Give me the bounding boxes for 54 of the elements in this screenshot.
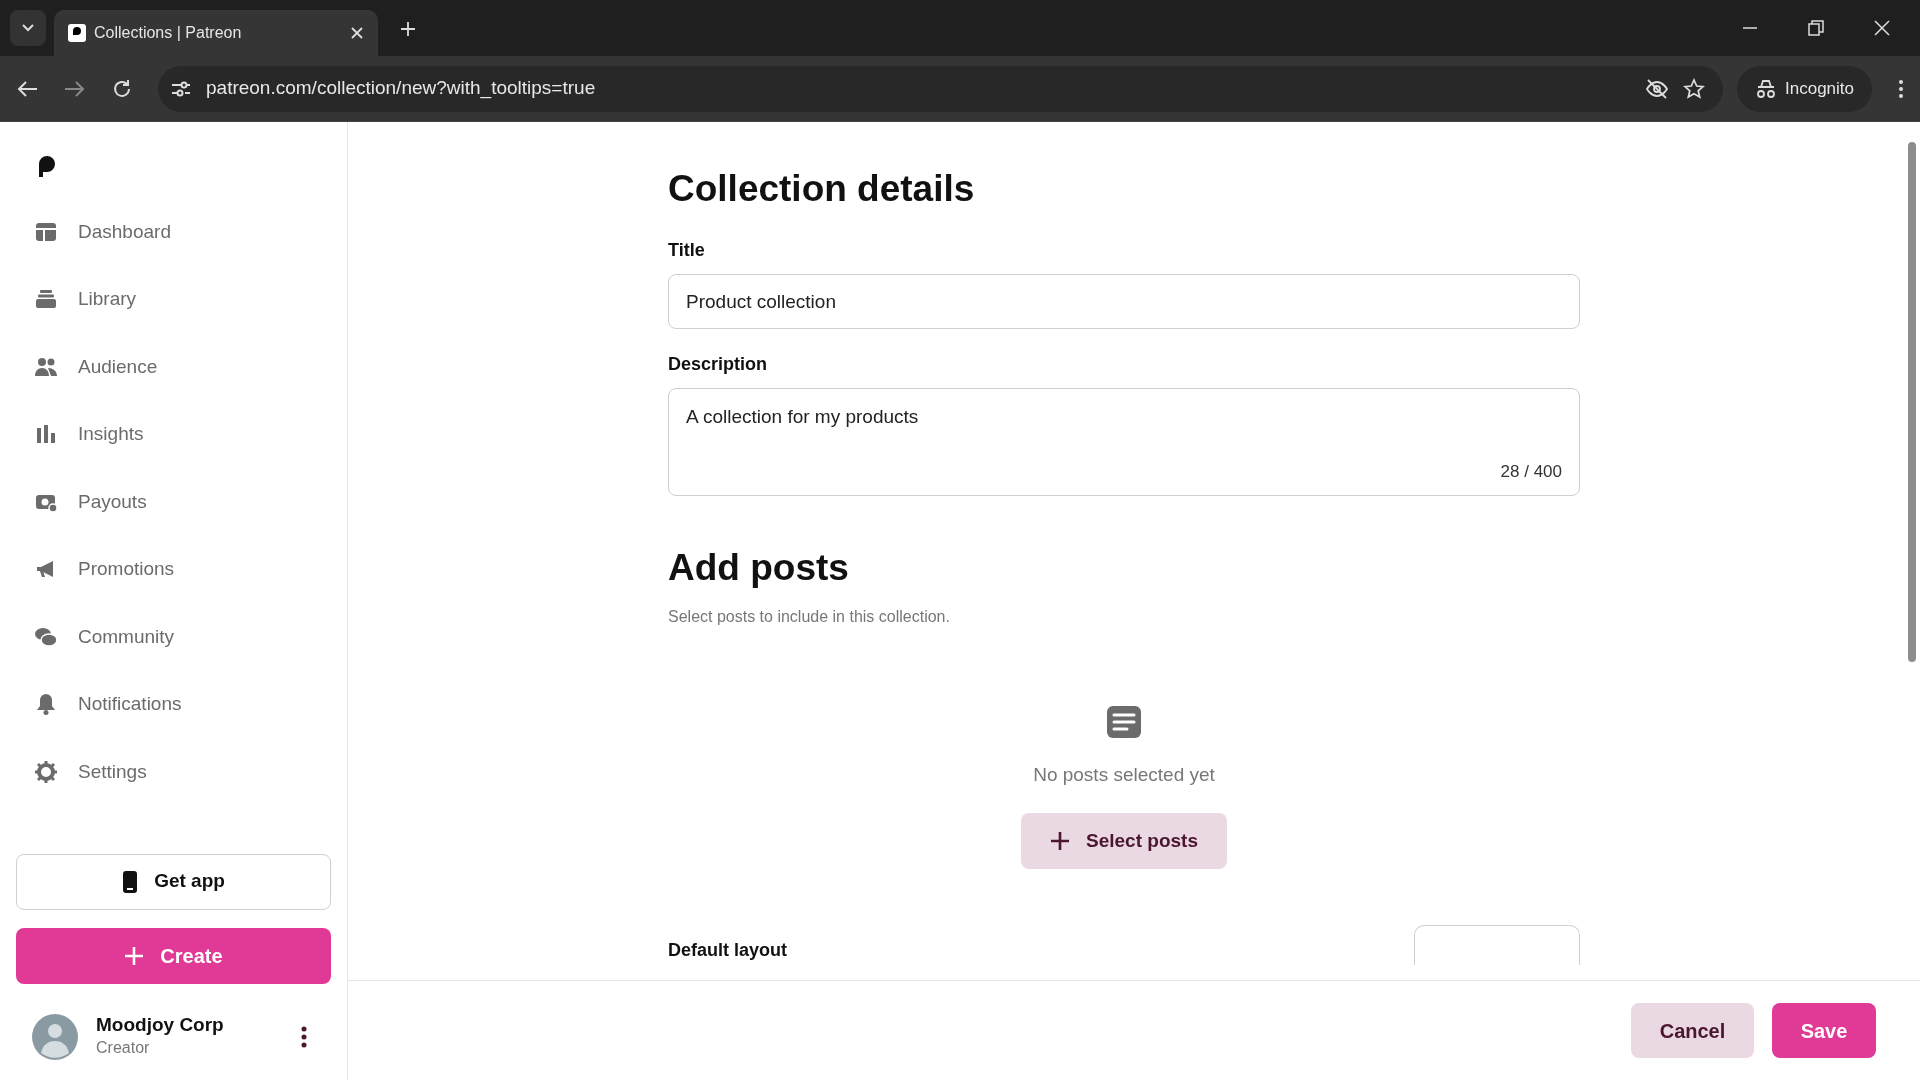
tab-title: Collections | Patreon	[94, 23, 243, 43]
chevron-down-icon	[21, 23, 35, 33]
browser-tab[interactable]: Collections | Patreon	[54, 10, 378, 56]
address-bar[interactable]: patreon.com/collection/new?with_tooltips=true	[158, 65, 1723, 112]
cancel-button[interactable]: Cancel	[1631, 1003, 1754, 1058]
site-logo-icon	[68, 24, 86, 42]
field-label: Title	[668, 239, 706, 263]
empty-state-text: No posts selected yet	[1033, 762, 1215, 787]
restore-icon[interactable]	[1808, 20, 1824, 36]
plus-icon	[1050, 831, 1071, 852]
sidebar-item[interactable]: Insights	[0, 400, 347, 468]
user-name: Moodjoy Corp	[96, 1013, 225, 1037]
url-text: patreon.com/collection/new?with_tooltips=true	[206, 76, 597, 101]
incognito-icon	[1755, 78, 1777, 99]
document-icon	[1106, 704, 1142, 739]
eye-slash-icon[interactable]	[1645, 78, 1669, 99]
incognito-chip[interactable]: Incognito	[1737, 65, 1872, 112]
section-subtitle: Select posts to include in this collection.	[668, 606, 951, 627]
back-icon[interactable]	[16, 79, 38, 98]
forward-icon[interactable]	[64, 79, 86, 98]
sidebar-item[interactable]: Dashboard	[0, 198, 347, 266]
section-heading: Collection details	[668, 167, 976, 211]
reload-icon[interactable]	[112, 78, 132, 99]
section-heading: Add posts	[668, 546, 850, 591]
scrollbar-thumb[interactable]	[1908, 142, 1916, 662]
get-app-button[interactable]: Get app	[16, 853, 331, 910]
new-tab-icon[interactable]	[400, 21, 416, 37]
close-icon[interactable]	[350, 26, 364, 40]
user-role: Creator	[96, 1038, 151, 1059]
close-icon[interactable]	[1874, 20, 1890, 36]
sidebar-item[interactable]: Community	[0, 603, 347, 671]
sidebar-item[interactable]: Notifications	[0, 670, 347, 738]
star-icon[interactable]	[1683, 77, 1705, 100]
sidebar-item[interactable]: Audience	[0, 333, 347, 401]
site-settings-icon	[170, 79, 192, 98]
field-label: Description	[668, 353, 769, 377]
sidebar-item[interactable]: Settings	[0, 738, 347, 806]
plus-icon	[124, 945, 145, 966]
gear-icon	[34, 759, 58, 784]
title-input[interactable]: Product collection	[668, 274, 1580, 330]
create-button[interactable]: Create	[16, 927, 331, 984]
more-vertical-icon[interactable]	[1898, 78, 1904, 99]
tab-list-button[interactable]	[10, 10, 46, 46]
more-vertical-icon[interactable]	[301, 1025, 307, 1048]
field-label: Default layout	[668, 939, 787, 963]
sidebar-item[interactable]: Payouts	[0, 468, 347, 536]
save-button[interactable]: Save	[1772, 1003, 1876, 1058]
character-count: 28 / 400	[1500, 460, 1562, 483]
sidebar-item[interactable]: Promotions	[0, 535, 347, 603]
avatar-icon[interactable]	[32, 1013, 78, 1060]
phone-icon	[122, 869, 139, 894]
bell-icon	[34, 692, 58, 717]
sidebar-item[interactable]: Library	[0, 265, 347, 333]
select-posts-button[interactable]: Select posts	[1021, 813, 1227, 870]
